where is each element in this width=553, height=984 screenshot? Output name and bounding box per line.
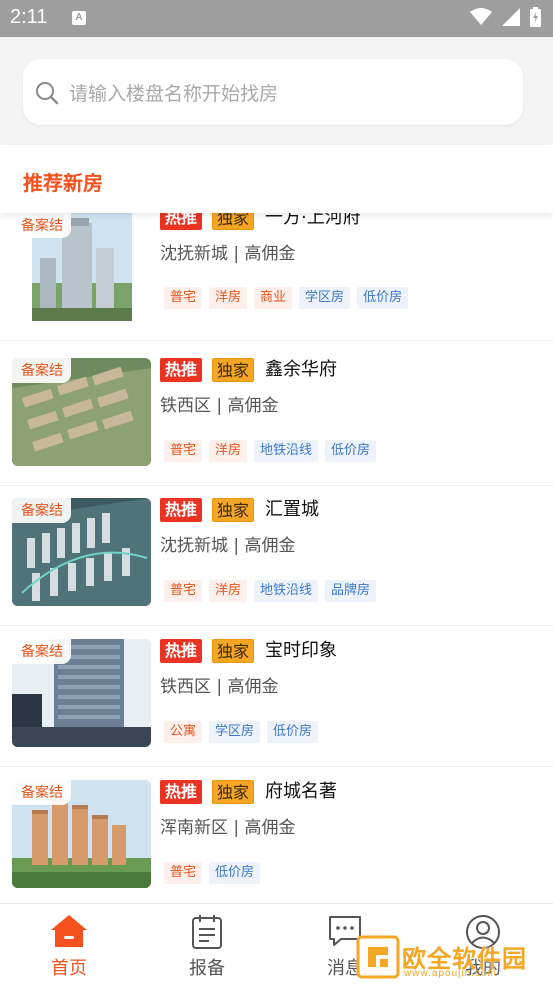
- exclusive-tag: 独家: [212, 498, 255, 522]
- search-placeholder: 请输入楼盘名称开始找房: [69, 83, 279, 105]
- tab-label: 报备: [189, 958, 225, 979]
- feature-tag: 普宅: [164, 580, 203, 602]
- listing-thumbnail: 备案结: [12, 358, 151, 466]
- tab-label: 首页: [51, 958, 87, 979]
- listing-card[interactable]: 备案结 热推 独家 宝时印象 铁西区 | 高佣金 公寓 学区房 低价房: [0, 627, 553, 767]
- search-icon: [36, 82, 59, 105]
- status-bar: 2:11 A: [0, 0, 553, 37]
- listing-card[interactable]: 备案结 热推 独家 汇置城 沈抚新城 | 高佣金 普宅 洋房 地铁沿线 品牌房: [0, 486, 553, 626]
- listing-badge: 备案结: [12, 358, 71, 383]
- feature-tag: 商业: [254, 287, 293, 309]
- feature-tag: 低价房: [267, 721, 319, 743]
- hot-tag: 热推: [160, 639, 203, 663]
- listing-badge: 备案结: [12, 780, 71, 805]
- battery-icon: [530, 7, 541, 27]
- exclusive-tag: 独家: [212, 213, 255, 230]
- feature-tag: 洋房: [209, 580, 248, 602]
- listing-card[interactable]: 备案结 热推 独家 府城名著 浑南新区 | 高佣金 普宅 低价房: [0, 768, 553, 903]
- feature-tag: 公寓: [164, 721, 203, 743]
- feature-tag: 普宅: [164, 287, 203, 309]
- exclusive-tag: 独家: [212, 358, 255, 382]
- feature-tag: 洋房: [209, 440, 248, 462]
- listing-tags: 普宅 洋房 商业 学区房 低价房: [164, 287, 409, 309]
- feature-tag: 普宅: [164, 862, 203, 884]
- exclusive-tag: 独家: [212, 639, 255, 663]
- status-time: 2:11: [10, 6, 48, 28]
- listing-location: 沈抚新城 | 高佣金: [160, 244, 296, 264]
- listing-thumbnail: 备案结: [12, 498, 151, 606]
- listing-tags: 公寓 学区房 低价房: [164, 721, 319, 743]
- home-icon: [51, 915, 87, 947]
- listing-name: 府城名著: [265, 781, 337, 802]
- feature-tag: 洋房: [209, 287, 248, 309]
- watermark-logo: 欧全软件园 www.apoujin.com: [356, 935, 546, 981]
- listing-card[interactable]: 备案结 热推 独家 一方·上河府 沈抚新城 | 高佣金 普宅 洋房 商业 学区房…: [0, 213, 553, 341]
- listing-location: 铁西区 | 高佣金: [160, 396, 279, 416]
- listing-location: 浑南新区 | 高佣金: [160, 818, 296, 838]
- hot-tag: 热推: [160, 358, 203, 382]
- feature-tag: 普宅: [164, 440, 203, 462]
- hot-tag: 热推: [160, 213, 203, 230]
- feature-tag: 学区房: [209, 721, 261, 743]
- listing-badge: 备案结: [12, 639, 71, 664]
- feature-tag: 低价房: [357, 287, 409, 309]
- listing-name: 鑫余华府: [265, 359, 337, 380]
- listing-name: 一方·上河府: [265, 213, 361, 228]
- watermark-icon: [356, 935, 400, 979]
- system-icons: [470, 7, 541, 27]
- hot-tag: 热推: [160, 780, 203, 804]
- notification-a-icon: A: [72, 11, 86, 25]
- listing-tags: 普宅 洋房 地铁沿线 低价房: [164, 440, 377, 462]
- listing-tags: 普宅 洋房 地铁沿线 品牌房: [164, 580, 377, 602]
- search-input[interactable]: 请输入楼盘名称开始找房: [23, 59, 523, 125]
- listing-list[interactable]: 备案结 热推 独家 一方·上河府 沈抚新城 | 高佣金 普宅 洋房 商业 学区房…: [0, 213, 553, 903]
- section-title: 推荐新房: [23, 171, 103, 195]
- section-header: 推荐新房: [0, 145, 553, 213]
- listing-name: 宝时印象: [265, 640, 337, 661]
- listing-card[interactable]: 备案结 热推 独家 鑫余华府 铁西区 | 高佣金 普宅 洋房 地铁沿线 低价房: [0, 346, 553, 486]
- signal-icon: [502, 8, 520, 26]
- tab-report[interactable]: 报备: [138, 904, 276, 984]
- listing-thumbnail: 备案结: [12, 639, 151, 747]
- feature-tag: 地铁沿线: [254, 580, 319, 602]
- exclusive-tag: 独家: [212, 780, 255, 804]
- feature-tag: 低价房: [325, 440, 377, 462]
- watermark-url: www.apoujin.com: [404, 968, 497, 979]
- listing-name: 汇置城: [265, 499, 319, 520]
- listing-badge: 备案结: [12, 498, 71, 523]
- search-area: 请输入楼盘名称开始找房: [0, 37, 553, 145]
- hot-tag: 热推: [160, 498, 203, 522]
- listing-location: 铁西区 | 高佣金: [160, 677, 279, 697]
- feature-tag: 地铁沿线: [254, 440, 319, 462]
- clipboard-icon: [192, 915, 222, 949]
- feature-tag: 品牌房: [325, 580, 377, 602]
- listing-thumbnail: 备案结: [12, 780, 151, 888]
- listing-badge: 备案结: [12, 213, 71, 238]
- listing-thumbnail: 备案结: [12, 213, 151, 321]
- tab-home[interactable]: 首页: [0, 904, 138, 984]
- listing-tags: 普宅 低价房: [164, 862, 261, 884]
- wifi-icon: [470, 8, 492, 25]
- listing-location: 沈抚新城 | 高佣金: [160, 536, 296, 556]
- feature-tag: 低价房: [209, 862, 261, 884]
- feature-tag: 学区房: [299, 287, 351, 309]
